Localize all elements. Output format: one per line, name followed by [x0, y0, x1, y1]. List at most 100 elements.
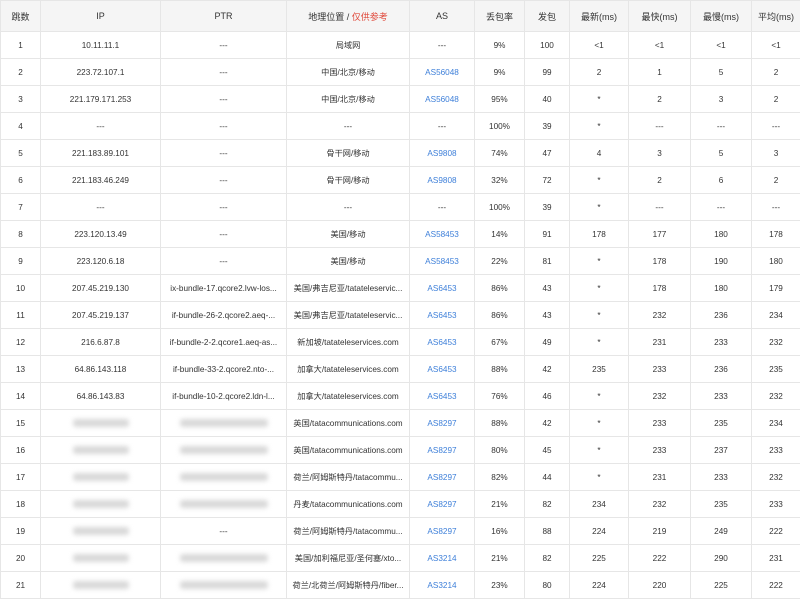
cell-ptr: --- — [161, 248, 287, 275]
col-latest[interactable]: 最新(ms) — [570, 1, 629, 32]
cell-geo: --- — [287, 194, 410, 221]
as-link[interactable]: AS8297 — [427, 419, 456, 428]
cell-sent: 46 — [525, 383, 570, 410]
cell-fastest: 2 — [629, 167, 691, 194]
as-link[interactable]: AS8297 — [427, 446, 456, 455]
cell-ptr — [161, 464, 287, 491]
col-ptr[interactable]: PTR — [161, 1, 287, 32]
col-fastest[interactable]: 最快(ms) — [629, 1, 691, 32]
cell-sent: 42 — [525, 410, 570, 437]
as-link[interactable]: AS8297 — [427, 527, 456, 536]
col-slowest[interactable]: 最慢(ms) — [691, 1, 752, 32]
as-link[interactable]: AS6453 — [427, 311, 456, 320]
as-link[interactable]: AS56048 — [425, 95, 459, 104]
col-geo[interactable]: 地理位置 / 仅供参考 — [287, 1, 410, 32]
col-avg[interactable]: 平均(ms) — [752, 1, 800, 32]
as-link[interactable]: AS3214 — [427, 554, 456, 563]
as-link[interactable]: AS8297 — [427, 473, 456, 482]
as-link[interactable]: AS8297 — [427, 500, 456, 509]
cell-geo: 中国/北京/移动 — [287, 59, 410, 86]
cell-loss: 21% — [475, 545, 525, 572]
cell-fastest: 178 — [629, 248, 691, 275]
cell-slowest: 249 — [691, 518, 752, 545]
cell-loss: 82% — [475, 464, 525, 491]
cell-avg: 2 — [752, 86, 800, 113]
as-link[interactable]: AS58453 — [425, 230, 459, 239]
cell-latest: 178 — [570, 221, 629, 248]
cell-ip: 64.86.143.83 — [41, 383, 161, 410]
redacted-ptr — [180, 419, 268, 427]
col-ip[interactable]: IP — [41, 1, 161, 32]
as-link[interactable]: AS9808 — [427, 176, 456, 185]
cell-ptr: --- — [161, 518, 287, 545]
cell-sent: 47 — [525, 140, 570, 167]
cell-hop: 11 — [1, 302, 41, 329]
table-row: 9223.120.6.18---美国/移动AS5845322%81*178190… — [1, 248, 800, 275]
cell-as: AS8297 — [410, 518, 475, 545]
cell-avg: 3 — [752, 140, 800, 167]
cell-as: AS58453 — [410, 221, 475, 248]
cell-geo: 加拿大/tatateleservices.com — [287, 356, 410, 383]
as-link[interactable]: AS6453 — [427, 365, 456, 374]
cell-ptr: if-bundle-10-2.qcore2.ldn-l... — [161, 383, 287, 410]
cell-ip — [41, 491, 161, 518]
cell-as: AS6453 — [410, 275, 475, 302]
table-row: 6221.183.46.249---骨干网/移动AS980832%72*262 — [1, 167, 800, 194]
col-hop[interactable]: 跳数 — [1, 1, 41, 32]
as-link[interactable]: AS56048 — [425, 68, 459, 77]
as-link[interactable]: AS3214 — [427, 581, 456, 590]
cell-loss: 95% — [475, 86, 525, 113]
redacted-ip — [73, 581, 129, 589]
cell-hop: 2 — [1, 59, 41, 86]
cell-ip: 207.45.219.130 — [41, 275, 161, 302]
col-loss[interactable]: 丢包率 — [475, 1, 525, 32]
cell-fastest: 3 — [629, 140, 691, 167]
cell-ptr: --- — [161, 113, 287, 140]
cell-hop: 5 — [1, 140, 41, 167]
cell-slowest: 233 — [691, 383, 752, 410]
cell-slowest: 233 — [691, 464, 752, 491]
cell-as: --- — [410, 194, 475, 221]
cell-ip: 207.45.219.137 — [41, 302, 161, 329]
cell-ptr: --- — [161, 59, 287, 86]
as-link[interactable]: AS58453 — [425, 257, 459, 266]
cell-slowest: 5 — [691, 140, 752, 167]
cell-fastest: 232 — [629, 302, 691, 329]
col-as[interactable]: AS — [410, 1, 475, 32]
cell-fastest: 177 — [629, 221, 691, 248]
cell-sent: 45 — [525, 437, 570, 464]
redacted-ptr — [180, 554, 268, 562]
cell-latest: * — [570, 113, 629, 140]
redacted-ip — [73, 446, 129, 454]
cell-ptr: --- — [161, 32, 287, 59]
cell-geo: 美国/弗吉尼亚/tatateleservic... — [287, 302, 410, 329]
cell-sent: 82 — [525, 545, 570, 572]
as-link[interactable]: AS6453 — [427, 392, 456, 401]
cell-sent: 42 — [525, 356, 570, 383]
as-link[interactable]: AS9808 — [427, 149, 456, 158]
table-row: 12216.6.87.8if-bundle-2-2.qcore1.aeq-as.… — [1, 329, 800, 356]
table-row: 3221.179.171.253---中国/北京/移动AS5604895%40*… — [1, 86, 800, 113]
cell-slowest: 3 — [691, 86, 752, 113]
table-row: 19---荷兰/阿姆斯特丹/tatacommu...AS829716%88224… — [1, 518, 800, 545]
cell-loss: 76% — [475, 383, 525, 410]
cell-avg: 233 — [752, 437, 800, 464]
redacted-ptr — [180, 500, 268, 508]
cell-fastest: --- — [629, 113, 691, 140]
table-row: 20美国/加利福尼亚/圣何塞/xto...AS321421%8222522229… — [1, 545, 800, 572]
cell-ip — [41, 464, 161, 491]
cell-as: AS56048 — [410, 86, 475, 113]
cell-as: AS3214 — [410, 572, 475, 599]
cell-as: AS3214 — [410, 545, 475, 572]
cell-ip — [41, 437, 161, 464]
as-link[interactable]: AS6453 — [427, 338, 456, 347]
redacted-ip — [73, 527, 129, 535]
cell-slowest: 235 — [691, 410, 752, 437]
cell-hop: 21 — [1, 572, 41, 599]
col-sent[interactable]: 发包 — [525, 1, 570, 32]
cell-hop: 18 — [1, 491, 41, 518]
as-link[interactable]: AS6453 — [427, 284, 456, 293]
cell-sent: 44 — [525, 464, 570, 491]
cell-as: AS6453 — [410, 302, 475, 329]
cell-latest: * — [570, 275, 629, 302]
